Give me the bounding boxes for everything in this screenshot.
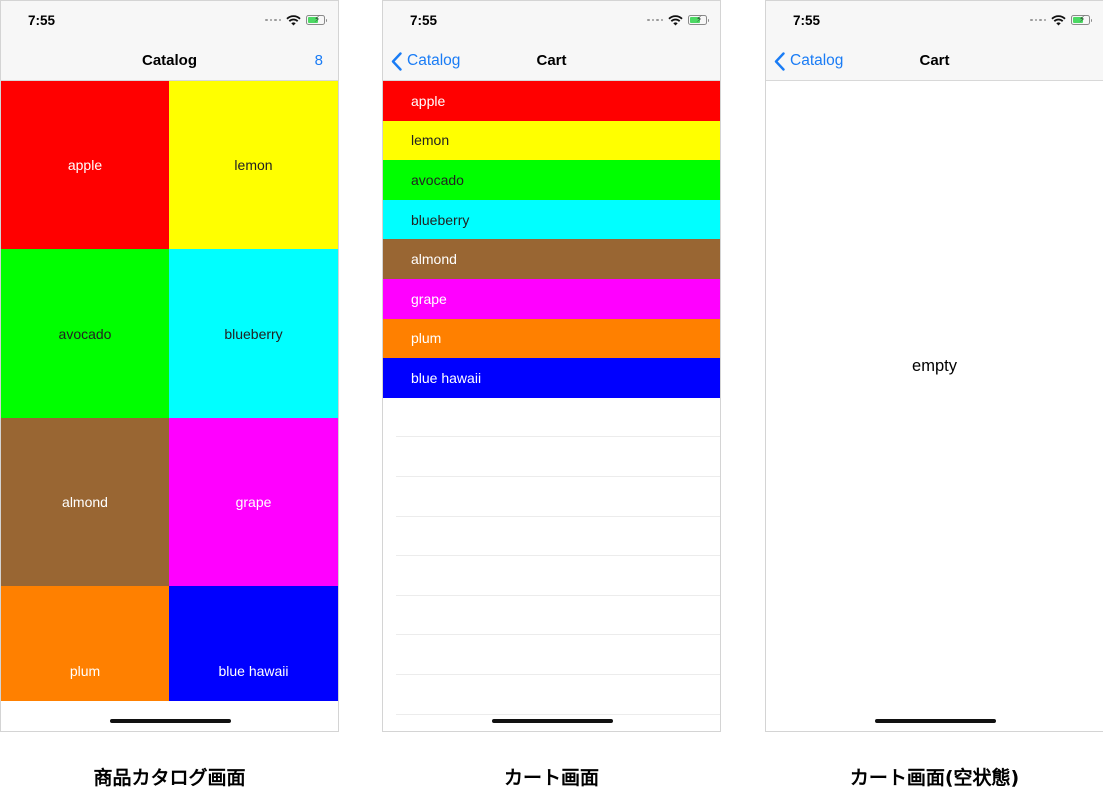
cart-item-label: avocado xyxy=(411,171,464,188)
empty-state-label: empty xyxy=(912,357,957,375)
home-indicator[interactable] xyxy=(109,719,231,723)
catalog-item-tile[interactable]: avocado xyxy=(1,249,169,418)
status-bar: 7:55 ⚡ xyxy=(383,1,720,41)
cart-item-label: apple xyxy=(411,92,446,109)
empty-table-row xyxy=(396,635,720,675)
signal-icon xyxy=(1030,18,1046,22)
cart-list-row[interactable]: grape xyxy=(383,278,720,319)
catalog-item-tile[interactable]: blue hawaii xyxy=(169,586,338,701)
caption-cart: カート画面 xyxy=(503,767,599,788)
navigation-bar: Catalog Cart xyxy=(383,41,720,81)
cart-list-row[interactable]: avocado xyxy=(383,160,720,200)
battery-icon: ⚡ xyxy=(688,15,709,25)
catalog-screen: 7:55 ⚡ Catalog 8 apple lemon avocado bluebe… xyxy=(0,0,339,732)
home-indicator[interactable] xyxy=(491,719,613,723)
wifi-icon xyxy=(286,14,301,25)
cart-list-row[interactable]: blue hawaii xyxy=(383,358,720,398)
cart-item-label: lemon xyxy=(411,132,450,149)
catalog-item-label: apple xyxy=(67,157,103,173)
status-icons: ⚡ xyxy=(265,14,327,26)
catalog-item-tile[interactable]: plum xyxy=(1,586,169,701)
catalog-item-label: grape xyxy=(235,494,272,510)
empty-table-row xyxy=(396,398,720,438)
signal-icon xyxy=(265,18,281,22)
home-indicator[interactable] xyxy=(874,719,996,723)
cart-list-row[interactable]: plum xyxy=(383,318,720,359)
status-bar: 7:55 ⚡ xyxy=(1,1,338,41)
cart-list-row[interactable]: apple xyxy=(383,81,720,121)
catalog-item-label: avocado xyxy=(58,325,112,342)
battery-icon: ⚡ xyxy=(306,15,327,25)
catalog-item-label: lemon xyxy=(234,157,273,173)
cart-list: apple lemon avocado blueberry almond grape plu… xyxy=(383,81,720,715)
catalog-grid: apple lemon avocado blueberry almond grape plu… xyxy=(1,81,338,701)
cart-screen: 7:55 ⚡ Catalog Cart apple lemon avocado blu… xyxy=(382,0,721,732)
empty-table-row xyxy=(396,556,720,596)
cart-item-label: blueberry xyxy=(411,211,470,228)
catalog-item-label: blue hawaii xyxy=(218,663,289,679)
cart-list-row[interactable]: lemon xyxy=(383,120,720,161)
wifi-icon xyxy=(668,14,683,25)
empty-table-row xyxy=(396,675,720,715)
status-time: 7:55 xyxy=(28,13,56,28)
cart-list-row[interactable]: blueberry xyxy=(383,199,720,240)
cart-empty-screen: 7:55 ⚡ Catalog Cart empty xyxy=(765,0,1103,732)
cart-item-label: almond xyxy=(411,251,457,268)
cart-list-row[interactable]: almond xyxy=(383,239,720,279)
catalog-item-tile[interactable]: lemon xyxy=(169,81,338,249)
status-icons: ⚡ xyxy=(1030,14,1092,26)
navigation-bar: Catalog Cart xyxy=(766,41,1103,81)
catalog-item-tile[interactable]: blueberry xyxy=(169,249,338,418)
cart-item-label: plum xyxy=(411,330,442,347)
battery-icon: ⚡ xyxy=(1071,15,1092,25)
catalog-item-tile[interactable]: apple xyxy=(1,81,169,249)
nav-title: Cart xyxy=(536,52,567,69)
status-time: 7:55 xyxy=(793,13,821,28)
catalog-item-label: plum xyxy=(69,663,101,679)
status-bar: 7:55 ⚡ xyxy=(766,1,1103,41)
caption-catalog: 商品カタログ画面 xyxy=(93,767,246,788)
status-icons: ⚡ xyxy=(647,14,709,26)
empty-table-row xyxy=(396,437,720,477)
signal-icon xyxy=(647,18,663,22)
empty-table-row xyxy=(396,477,720,517)
nav-title: Catalog xyxy=(141,52,197,69)
empty-table-row xyxy=(396,517,720,557)
nav-title: Cart xyxy=(919,52,950,69)
catalog-item-label: blueberry xyxy=(224,325,283,342)
caption-cart-empty: カート画面(空状態) xyxy=(849,767,1020,788)
wifi-icon xyxy=(1051,14,1066,25)
catalog-item-tile[interactable]: almond xyxy=(1,418,169,586)
navigation-bar: Catalog 8 xyxy=(1,41,338,81)
cart-count-button[interactable]: 8 xyxy=(315,52,323,69)
empty-table-row xyxy=(396,596,720,636)
cart-item-label: blue hawaii xyxy=(411,369,482,386)
cart-item-label: grape xyxy=(411,290,447,307)
status-time: 7:55 xyxy=(410,13,438,28)
catalog-item-tile[interactable]: grape xyxy=(169,418,338,586)
catalog-item-label: almond xyxy=(62,494,108,510)
